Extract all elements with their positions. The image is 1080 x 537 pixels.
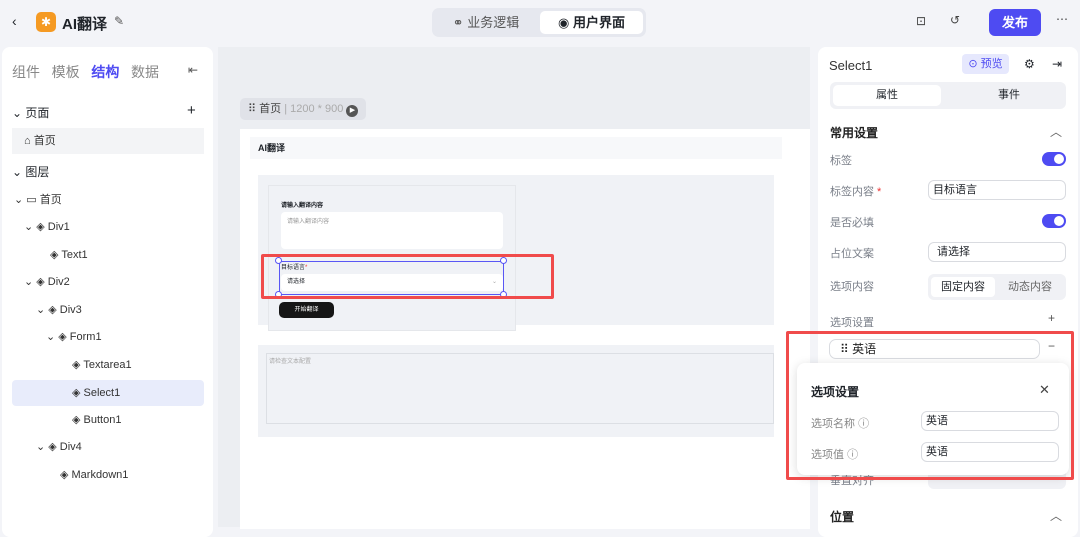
layer-item[interactable]: ⌄ ◈ Div4 [12, 434, 204, 460]
layer-item[interactable]: ⌄ ◈ Div3 [12, 297, 204, 323]
layer-item[interactable]: ⌄ ◈ Div2 [12, 269, 204, 295]
collapse-icon[interactable]: ⇥ [1052, 57, 1062, 71]
save-icon[interactable]: ⊡ [916, 14, 926, 28]
layer-item[interactable]: ◈ Markdown1 [12, 462, 204, 488]
pages-section-header[interactable]: ⌄ 页面 [12, 104, 49, 121]
add-option-icon[interactable]: + [1048, 311, 1055, 325]
layers-section-header[interactable]: ⌄ 图层 [12, 163, 49, 180]
label-content-label: 标签内容 * [830, 186, 882, 198]
app-header: AI翻译 [250, 137, 782, 159]
layer-item[interactable]: ◈ Textarea1 [12, 352, 204, 378]
layer-item-selected[interactable]: ◈ Select1 [12, 380, 204, 406]
tab-events[interactable]: 事件 [955, 85, 1063, 106]
tab-business-logic[interactable]: ⚭ 业务逻辑 [436, 11, 536, 34]
section-title: 常用设置 [830, 126, 879, 140]
tab-structure[interactable]: 结构 [91, 64, 119, 80]
tab-properties[interactable]: 属性 [833, 85, 941, 106]
placeholder-input[interactable]: 请选择 [928, 242, 1066, 262]
highlight-box [786, 331, 1074, 480]
options-content-label: 选项内容 [830, 281, 874, 293]
publish-button[interactable]: 发布 [989, 9, 1041, 36]
layer-item[interactable]: ⌄ ▭ 首页 [12, 187, 204, 213]
layer-item[interactable]: ◈ Text1 [12, 242, 204, 268]
mode-fixed[interactable]: 固定内容 [931, 277, 995, 297]
page-tag[interactable]: ⠿ 首页 | 1200 * 900 ▶ [240, 98, 367, 120]
tab-data[interactable]: 数据 [131, 64, 159, 80]
textarea[interactable]: 请输入翻译内容 [281, 212, 503, 249]
app-title: AI翻译 [62, 16, 108, 33]
prop-tabs: 属性 事件 [830, 82, 1066, 109]
start-translate-button[interactable]: 开始翻译 [279, 302, 334, 318]
layer-item[interactable]: ◈ Button1 [12, 407, 204, 433]
position-section-title: 位置 [830, 510, 855, 524]
play-icon[interactable]: ▶ [346, 105, 359, 117]
view-switch: ⚭ 业务逻辑 ◉ 用户界面 [432, 8, 646, 37]
settings-icon[interactable]: ⚙ [1024, 57, 1035, 71]
preview-button[interactable]: ⊙ 预览 [962, 54, 1009, 74]
chevron-up-icon[interactable]: ︿ [1050, 507, 1062, 524]
component-name: Select1 [829, 58, 873, 73]
layer-item[interactable]: ⌄ ◈ Form1 [12, 324, 204, 350]
layer-item[interactable]: ⌄ ◈ Div1 [12, 214, 204, 240]
highlight-box [261, 254, 554, 299]
required-label: 是否必填 [830, 217, 874, 229]
chevron-up-icon[interactable]: ︿ [1050, 123, 1062, 140]
label-content-input[interactable]: 目标语言 [928, 180, 1066, 200]
collapse-panel-icon[interactable]: ⇤ [188, 63, 198, 77]
structure-panel: 组件 模板 结构 数据 ⇤ ⌄ 页面 + ⌂ 首页 ⌄ 图层 ⌄ ▭ 首页 ⌄ … [2, 47, 213, 537]
left-tabs: 组件 模板 结构 数据 [12, 62, 159, 82]
div4: 请检查文本配置 [258, 345, 774, 437]
mode-dynamic[interactable]: 动态内容 [998, 277, 1062, 297]
label-toggle-label: 标签 [830, 155, 852, 167]
markdown1[interactable]: 请检查文本配置 [266, 353, 774, 424]
history-icon[interactable]: ↺ [950, 13, 960, 27]
edit-icon[interactable]: ✎ [114, 14, 124, 28]
options-settings-label: 选项设置 [830, 317, 874, 329]
page-frame: AI翻译 请输入翻译内容 请输入翻译内容 目标语言* 请选择 ⌄ 开始翻译 请检查… [240, 129, 810, 529]
div2[interactable]: 请输入翻译内容 请输入翻译内容 目标语言* 请选择 ⌄ 开始翻译 [258, 175, 774, 331]
required-toggle[interactable] [1042, 214, 1066, 228]
back-icon[interactable]: ‹ [12, 13, 17, 29]
page-item-home[interactable]: ⌂ 首页 [12, 128, 204, 154]
placeholder-label: 占位文案 [830, 248, 874, 260]
tab-components[interactable]: 组件 [12, 64, 40, 80]
add-page-icon[interactable]: + [187, 102, 196, 119]
options-mode-switch: 固定内容 动态内容 [928, 274, 1066, 300]
app-logo-icon: ✱ [36, 12, 56, 32]
more-icon[interactable]: ⋯ [1056, 12, 1068, 26]
label-toggle[interactable] [1042, 152, 1066, 166]
textarea-label: 请输入翻译内容 [281, 203, 324, 209]
tab-user-interface[interactable]: ◉ 用户界面 [540, 11, 643, 34]
tab-templates[interactable]: 模板 [52, 64, 80, 80]
top-bar: ‹ ✱ AI翻译 ✎ ⚭ 业务逻辑 ◉ 用户界面 ⊡ ↺ 发布 ⋯ [0, 0, 1080, 45]
